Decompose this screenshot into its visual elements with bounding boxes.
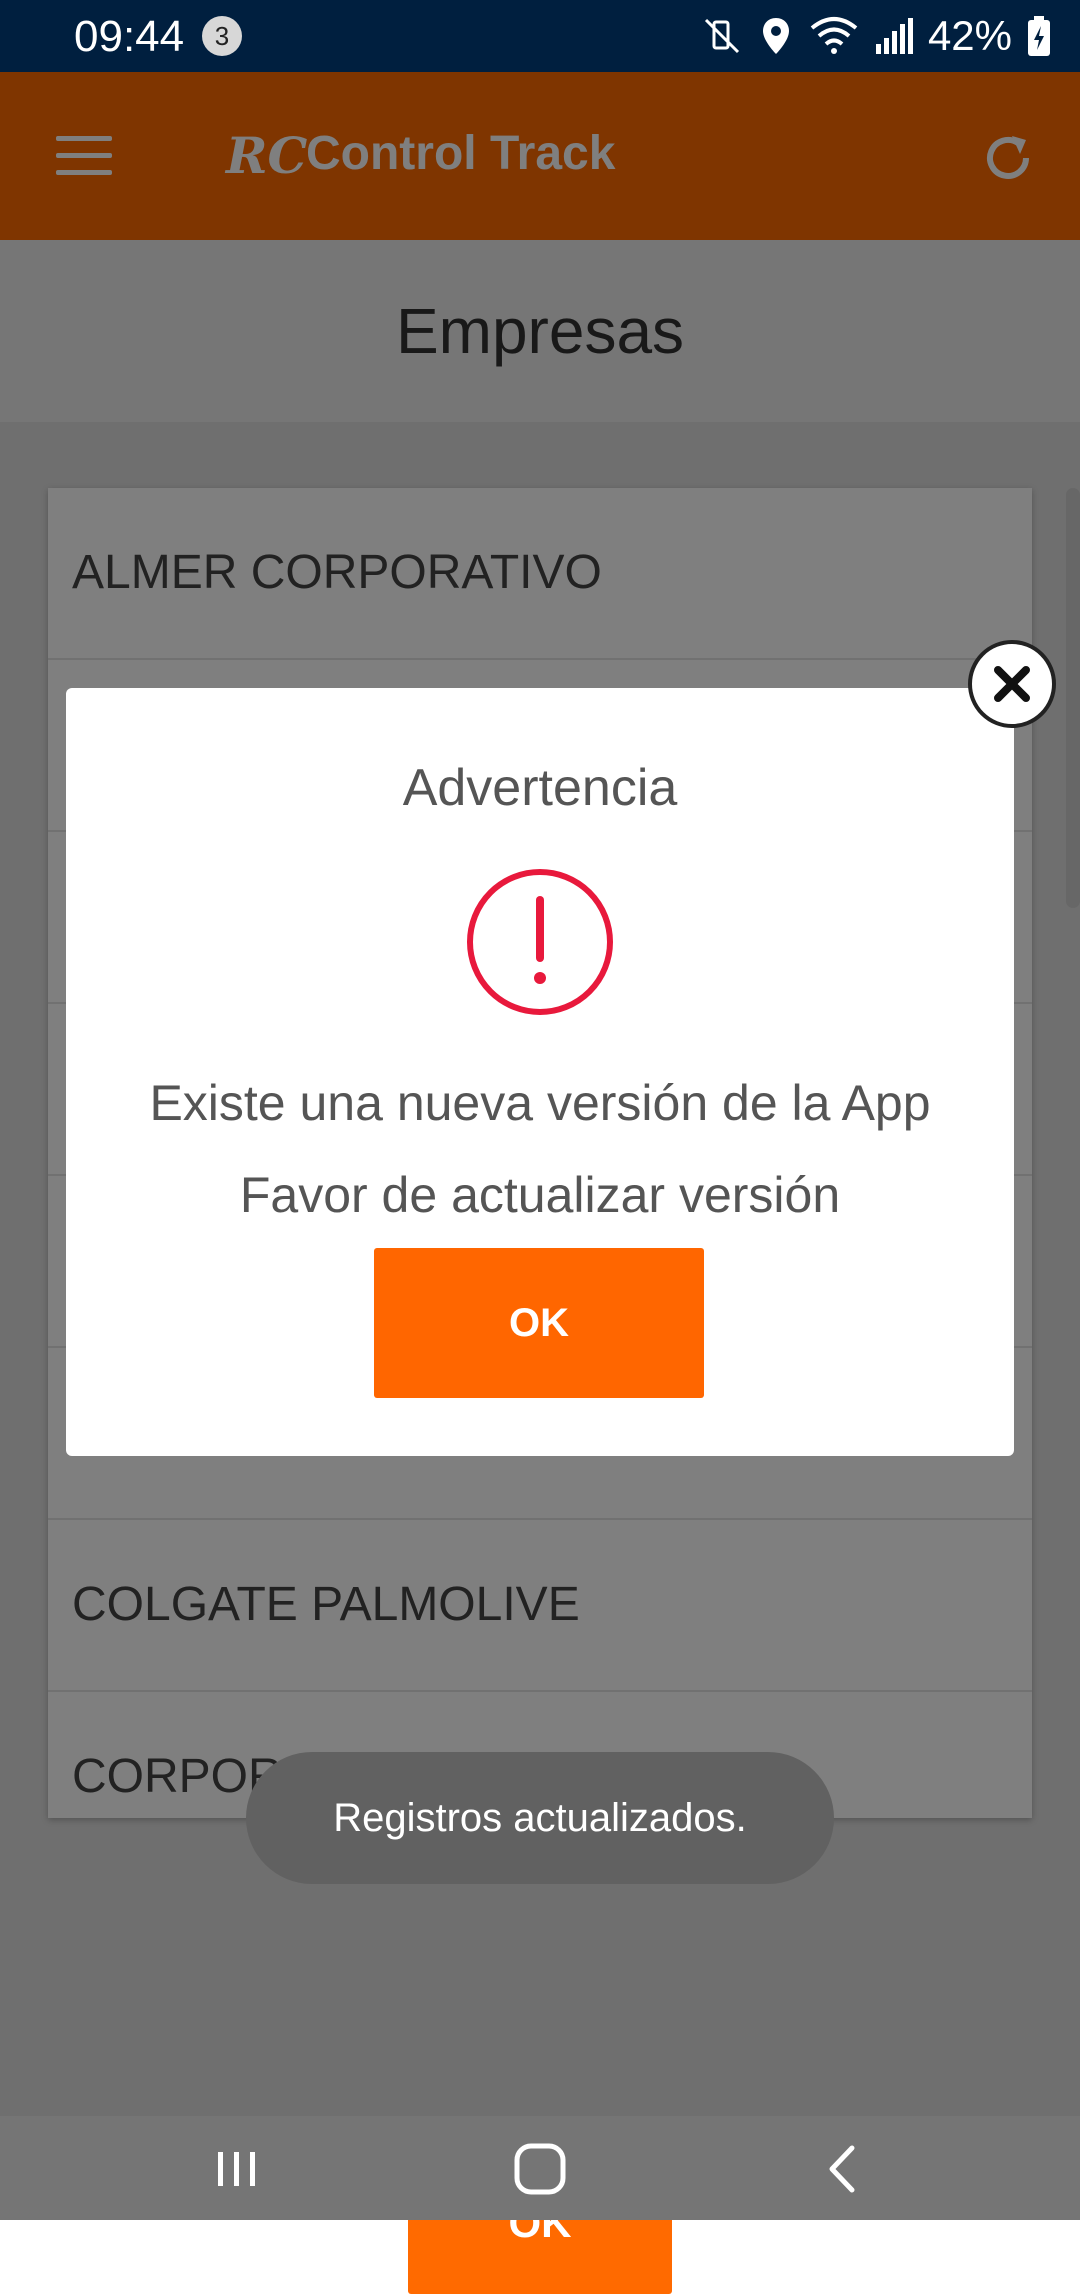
- location-icon: [762, 18, 789, 54]
- vibrate-mute-icon: [704, 18, 739, 54]
- dialog-close-button[interactable]: [968, 640, 1056, 728]
- home-icon[interactable]: [505, 2134, 575, 2204]
- wifi-icon: [810, 17, 858, 54]
- dialog-message-line2: Favor de actualizar versión: [239, 1167, 841, 1223]
- alert-icon: [467, 869, 613, 1015]
- system-nav-bar: [0, 2116, 1080, 2220]
- signal-icon: [875, 18, 913, 54]
- dialog-ok-button[interactable]: OK: [374, 1248, 704, 1398]
- status-time: 09:44: [74, 12, 185, 61]
- notification-count-badge: 3: [202, 16, 242, 56]
- toast-message: Registros actualizados.: [246, 1752, 834, 1884]
- status-bar: 09:44 3 42%: [0, 0, 1080, 72]
- dialog-message-line1: Existe una nueva versión de la App: [149, 1075, 931, 1131]
- dialog-title: Advertencia: [402, 759, 678, 817]
- back-icon[interactable]: [808, 2134, 878, 2204]
- recent-apps-icon[interactable]: [202, 2134, 272, 2204]
- status-icons: 42%: [700, 8, 1052, 64]
- battery-charging-icon: [1028, 16, 1050, 56]
- battery-percent: 42%: [927, 12, 1012, 59]
- update-warning-dialog: Advertencia Existe una nueva versión de …: [66, 688, 1014, 1456]
- close-icon: [994, 666, 1030, 702]
